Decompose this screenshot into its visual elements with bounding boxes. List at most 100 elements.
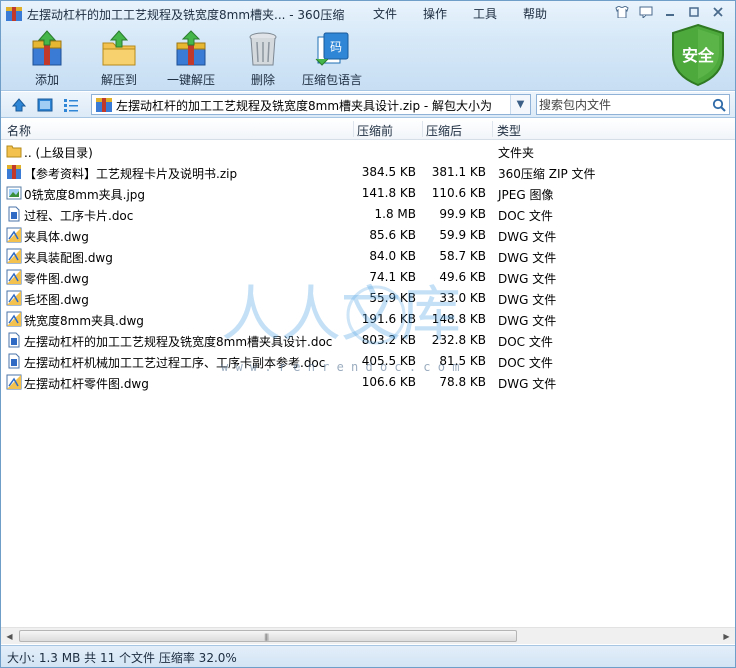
file-name: .. (上级目录) (24, 146, 93, 160)
file-type: DWG 文件 (498, 272, 557, 286)
skin-shirt-icon[interactable] (613, 4, 631, 20)
file-size: 384.5 KB (361, 165, 416, 179)
scroll-left-icon[interactable]: ◀ (1, 628, 18, 644)
path-dropdown-icon[interactable]: ▼ (510, 95, 530, 114)
list-item[interactable]: 夹具装配图.dwg 84.0 KB 58.7 KB DWG 文件 (1, 246, 735, 267)
file-packed-size: 232.8 KB (431, 333, 486, 347)
large-icon-view-icon[interactable] (37, 97, 53, 113)
safe-shield-icon[interactable]: 安全 (669, 23, 727, 87)
list-view-icon[interactable] (63, 97, 79, 113)
list-item[interactable]: 过程、工序卡片.doc 1.8 MB 99.9 KB DOC 文件 (1, 204, 735, 225)
archive-language-button[interactable]: 码 压缩包语言 (299, 29, 365, 88)
one-click-extract-button[interactable]: 一键解压 (155, 29, 227, 88)
file-type: DWG 文件 (498, 293, 557, 307)
file-type: DWG 文件 (498, 314, 557, 328)
file-packed-size: 381.1 KB (431, 165, 486, 179)
one-click-extract-label: 一键解压 (166, 73, 215, 87)
safe-badge-label: 安全 (682, 46, 715, 65)
maximize-icon[interactable] (685, 4, 703, 20)
file-size: 803.2 KB (361, 333, 416, 347)
list-item[interactable]: 【参考资料】工艺规程卡片及说明书.zip 384.5 KB 381.1 KB 3… (1, 162, 735, 183)
file-type: DOC 文件 (498, 335, 553, 349)
list-item[interactable]: 夹具体.dwg 85.6 KB 59.9 KB DWG 文件 (1, 225, 735, 246)
menu-file[interactable]: 文件 (373, 5, 397, 22)
folder-icon (6, 145, 22, 158)
list-item[interactable]: 左摆动杠杆的加工工艺规程及铣宽度8mm槽夹具设计.doc 803.2 KB 23… (1, 330, 735, 351)
archive-language-icon: 码 (315, 32, 349, 66)
horizontal-scrollbar[interactable]: ◀ ||| ▶ (1, 627, 735, 644)
list-item[interactable]: 零件图.dwg 74.1 KB 49.6 KB DWG 文件 (1, 267, 735, 288)
extract-folder-icon (102, 30, 136, 66)
menu-help[interactable]: 帮助 (523, 5, 547, 22)
one-click-extract-icon (176, 30, 206, 66)
file-type: DWG 文件 (498, 377, 557, 391)
window-title: 左摆动杠杆的加工工艺规程及铣宽度8mm槽夹... - 360压缩 (27, 8, 345, 22)
add-button[interactable]: 添加 (11, 29, 83, 88)
path-field[interactable]: 左摆动杠杆的加工工艺规程及铣宽度8mm槽夹具设计.zip - 解包大小为 ▼ (91, 94, 531, 115)
column-type[interactable]: 类型 (497, 122, 521, 139)
file-size: 55.9 KB (369, 291, 416, 305)
up-arrow-icon[interactable] (11, 97, 27, 113)
status-text: 大小: 1.3 MB 共 11 个文件 压缩率 32.0% (7, 651, 237, 665)
minimize-icon[interactable] (661, 4, 679, 20)
scrollbar-thumb[interactable]: ||| (19, 630, 517, 642)
file-type: JPEG 图像 (498, 188, 554, 202)
list-item[interactable]: 左摆动杠杆零件图.dwg 106.6 KB 78.8 KB DWG 文件 (1, 372, 735, 393)
menu-tools[interactable]: 工具 (473, 5, 497, 22)
menu-bar: 文件 操作 工具 帮助 (373, 5, 573, 22)
file-name: 【参考资料】工艺规程卡片及说明书.zip (24, 167, 238, 181)
column-packed[interactable]: 压缩后 (426, 122, 462, 139)
file-type: DWG 文件 (498, 230, 557, 244)
file-type: 文件夹 (498, 146, 535, 160)
file-size: 106.6 KB (361, 375, 416, 389)
path-text: 左摆动杠杆的加工工艺规程及铣宽度8mm槽夹具设计.zip - 解包大小为 (116, 99, 493, 113)
file-size: 191.6 KB (361, 312, 416, 326)
file-packed-size: 59.9 KB (439, 228, 486, 242)
file-packed-size: 78.8 KB (439, 375, 486, 389)
delete-button[interactable]: 删除 (227, 29, 299, 88)
search-box (536, 94, 730, 115)
extract-to-button[interactable]: 解压到 (83, 29, 155, 88)
list-item[interactable]: .. (上级目录) 文件夹 (1, 141, 735, 162)
file-packed-size: 58.7 KB (439, 249, 486, 263)
file-name: 夹具装配图.dwg (24, 251, 113, 265)
doc-icon (8, 353, 20, 369)
list-item[interactable]: 毛坯图.dwg 55.9 KB 33.0 KB DWG 文件 (1, 288, 735, 309)
zip-archive-icon (96, 98, 112, 112)
status-bar: 大小: 1.3 MB 共 11 个文件 压缩率 32.0% (1, 645, 735, 667)
list-item[interactable]: 铣宽度8mm夹具.dwg 191.6 KB 148.8 KB DWG 文件 (1, 309, 735, 330)
list-item[interactable]: 左摆动杠杆机械加工工艺过程工序、工序卡副本参考.doc 405.5 KB 81.… (1, 351, 735, 372)
file-name: 铣宽度8mm夹具.dwg (24, 314, 144, 328)
file-name: 过程、工序卡片.doc (24, 209, 134, 223)
list-item[interactable]: 0铣宽度8mm夹具.jpg 141.8 KB 110.6 KB JPEG 图像 (1, 183, 735, 204)
column-name[interactable]: 名称 (7, 122, 31, 139)
window-controls (613, 4, 727, 20)
address-bar: 左摆动杠杆的加工工艺规程及铣宽度8mm槽夹具设计.zip - 解包大小为 ▼ (1, 92, 735, 118)
column-divider[interactable] (492, 121, 493, 137)
message-icon[interactable] (637, 4, 655, 20)
close-icon[interactable] (709, 4, 727, 20)
column-divider[interactable] (422, 121, 423, 137)
file-size: 85.6 KB (369, 228, 416, 242)
column-compressed[interactable]: 压缩前 (357, 122, 393, 139)
file-name: 零件图.dwg (24, 272, 89, 286)
menu-operation[interactable]: 操作 (423, 5, 447, 22)
file-type: DWG 文件 (498, 251, 557, 265)
app-window: 左摆动杠杆的加工工艺规程及铣宽度8mm槽夹... - 360压缩 文件 操作 工… (0, 0, 736, 668)
archive-language-label: 压缩包语言 (301, 73, 362, 87)
column-divider[interactable] (353, 121, 354, 137)
file-name: 左摆动杠杆机械加工工艺过程工序、工序卡副本参考.doc (24, 356, 326, 370)
jpeg-icon (6, 186, 22, 200)
toolbar: 添加 解压到 一键解压 删除 码 压缩包语言 (11, 29, 365, 88)
file-size: 405.5 KB (361, 354, 416, 368)
dwg-icon (6, 227, 22, 243)
file-list: .. (上级目录) 文件夹 【参考资料】工艺规程卡片及说明书.zip 384.5… (1, 141, 735, 626)
app-logo-icon (6, 7, 22, 21)
search-icon[interactable] (712, 98, 726, 112)
file-name: 夹具体.dwg (24, 230, 89, 244)
scroll-right-icon[interactable]: ▶ (718, 628, 735, 644)
file-name: 左摆动杠杆的加工工艺规程及铣宽度8mm槽夹具设计.doc (24, 335, 333, 349)
file-packed-size: 148.8 KB (431, 312, 486, 326)
search-input[interactable] (539, 96, 707, 113)
dwg-icon (6, 374, 22, 390)
